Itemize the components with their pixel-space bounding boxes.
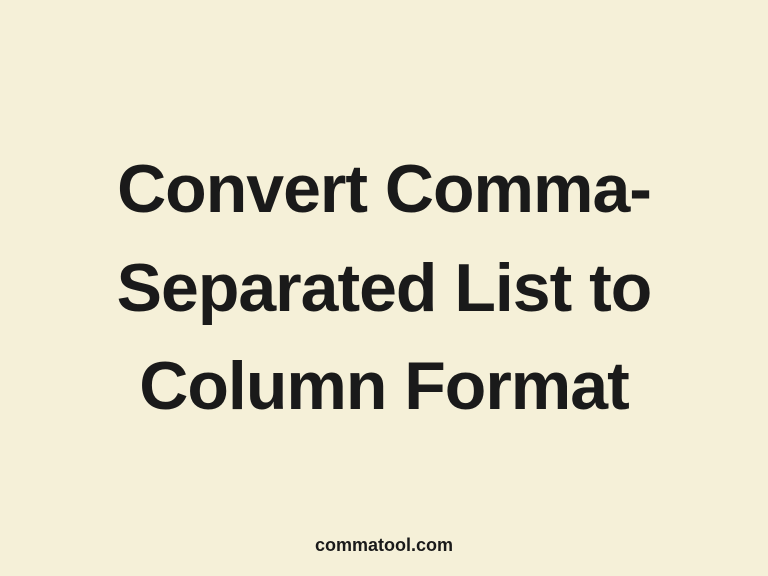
page-heading: Convert Comma-Separated List to Column F… bbox=[0, 140, 768, 436]
site-attribution: commatool.com bbox=[315, 535, 453, 556]
